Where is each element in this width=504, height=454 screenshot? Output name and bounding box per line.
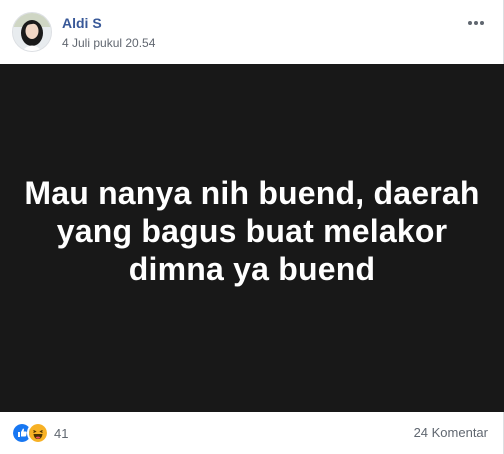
avatar-image xyxy=(13,13,51,51)
haha-icon xyxy=(27,422,49,444)
facebook-post: Aldi S 4 Juli pukul 20.54 Mau nanya nih … xyxy=(0,0,504,454)
more-icon xyxy=(468,21,472,25)
post-footer: 41 24 Komentar xyxy=(0,412,504,454)
reaction-count: 41 xyxy=(54,425,69,441)
more-icon-dot xyxy=(474,21,478,25)
more-options-button[interactable] xyxy=(466,16,486,30)
post-image-text: Mau nanya nih buend, daerah yang bagus b… xyxy=(24,175,480,287)
author-name[interactable]: Aldi S xyxy=(62,14,102,32)
post-image[interactable]: Mau nanya nih buend, daerah yang bagus b… xyxy=(0,64,504,412)
reactions-summary[interactable]: 41 xyxy=(11,422,68,444)
post-header: Aldi S 4 Juli pukul 20.54 xyxy=(0,0,504,64)
post-timestamp[interactable]: 4 Juli pukul 20.54 xyxy=(62,35,155,51)
comments-count-link[interactable]: 24 Komentar xyxy=(414,425,488,440)
more-icon-dot xyxy=(480,21,484,25)
author-avatar[interactable] xyxy=(12,12,52,52)
